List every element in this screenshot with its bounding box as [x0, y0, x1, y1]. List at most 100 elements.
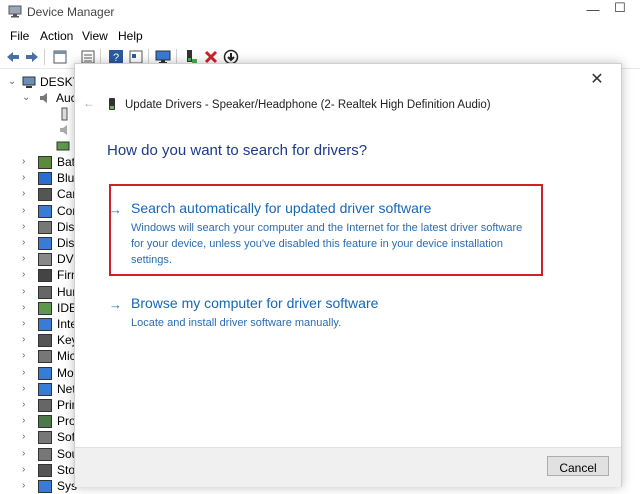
menu-view[interactable]: View: [82, 29, 108, 43]
menu-help[interactable]: Help: [118, 29, 143, 43]
tree-category-item[interactable]: › Firn: [22, 267, 82, 283]
back-arrow-icon[interactable]: [5, 49, 21, 65]
tree-category-label: Pro: [57, 414, 76, 429]
tree-category-item[interactable]: › Sys: [22, 478, 82, 494]
chevron-right-icon[interactable]: ›: [22, 397, 32, 413]
device-category-icon: [38, 399, 52, 412]
properties-icon[interactable]: [52, 49, 68, 65]
dialog-question: How do you want to search for drivers?: [107, 142, 368, 159]
menu-file[interactable]: File: [10, 29, 29, 43]
tree-category-label: Net: [57, 381, 76, 396]
cancel-button[interactable]: Cancel: [547, 456, 609, 476]
arrow-right-icon: →: [109, 297, 122, 312]
device-category-icon: [38, 237, 52, 250]
tree-category-item[interactable]: › Disp: [22, 235, 82, 251]
device-category-icon: [38, 350, 52, 364]
tree-category-label: Mic: [57, 349, 76, 364]
maximize-button[interactable]: ☐: [608, 0, 632, 18]
tree-category-item[interactable]: › Net: [22, 381, 82, 397]
tree-category-item[interactable]: › Blu: [22, 170, 82, 186]
option-title[interactable]: Search automatically for updated driver …: [131, 200, 431, 216]
tree-category-label: Bat: [57, 155, 76, 169]
device-category-icon: [38, 172, 52, 186]
chevron-right-icon[interactable]: ›: [22, 235, 32, 251]
device-category-icon: [38, 285, 52, 299]
chevron-right-icon[interactable]: ›: [22, 413, 32, 429]
forward-arrow-icon[interactable]: [24, 49, 40, 65]
tree-category-item[interactable]: › Cor: [22, 203, 82, 219]
tree-category-item[interactable]: › Inte: [22, 316, 82, 332]
tree-category-item[interactable]: › Mic: [22, 348, 82, 364]
chevron-right-icon[interactable]: ›: [22, 348, 32, 364]
tree-category-label: Sof: [57, 430, 76, 445]
chevron-right-icon[interactable]: ›: [22, 446, 32, 462]
chevron-right-icon[interactable]: ›: [22, 251, 32, 267]
chevron-right-icon[interactable]: ›: [22, 462, 32, 478]
device-category-icon: [38, 253, 52, 267]
speaker-device-icon[interactable]: [58, 123, 72, 137]
chevron-right-icon[interactable]: ›: [22, 381, 32, 397]
chevron-right-icon[interactable]: ›: [22, 332, 32, 348]
search-automatically-option[interactable]: → Search automatically for updated drive…: [109, 200, 589, 266]
chevron-down-icon[interactable]: ⌄: [22, 90, 32, 106]
audio-device-icon: [109, 98, 115, 110]
tree-category-label: Sto: [57, 462, 76, 477]
tree-category-item[interactable]: › Sou: [22, 446, 82, 462]
chevron-right-icon[interactable]: ›: [22, 267, 32, 283]
tree-category-item[interactable]: › IDE: [22, 300, 82, 316]
device-category-icon: [38, 463, 52, 477]
tree-root[interactable]: ⌄ DESKTO: [8, 74, 89, 90]
device-category-icon: [38, 318, 52, 331]
device-category-icon: [38, 415, 52, 429]
chevron-right-icon[interactable]: ›: [22, 478, 32, 494]
chevron-right-icon[interactable]: ›: [22, 203, 32, 219]
tree-category-item[interactable]: › Sto: [22, 462, 82, 478]
tree-category-item[interactable]: › Bat: [22, 154, 82, 170]
back-icon[interactable]: ←: [83, 96, 95, 110]
close-icon[interactable]: ✕: [587, 70, 607, 90]
menu-action[interactable]: Action: [40, 29, 73, 43]
chevron-down-icon[interactable]: ⌄: [8, 74, 18, 90]
tree-category-item[interactable]: › Car: [22, 186, 82, 202]
tree-category-item[interactable]: › Mo: [22, 365, 82, 381]
device-category-icon: [38, 447, 52, 461]
dialog-footer: Cancel: [75, 447, 621, 487]
tree-category-item[interactable]: › Prin: [22, 397, 82, 413]
device-category-icon: [38, 382, 52, 396]
chevron-right-icon[interactable]: ›: [22, 170, 32, 186]
tree-category-item[interactable]: › DVD: [22, 251, 82, 267]
speaker-icon: [40, 93, 47, 103]
tree-category-label: Blu: [57, 171, 75, 186]
tree-category-item[interactable]: › Pro: [22, 413, 82, 429]
title-bar: Device Manager — ☐: [0, 0, 640, 24]
chevron-right-icon[interactable]: ›: [22, 186, 32, 202]
chevron-right-icon[interactable]: ›: [22, 429, 32, 445]
chevron-right-icon[interactable]: ›: [22, 219, 32, 235]
dialog-header: Update Drivers - Speaker/Headphone (2- R…: [125, 99, 491, 111]
device-category-icon: [38, 480, 52, 493]
tree-category-item[interactable]: › Disl: [22, 219, 82, 235]
tree-audio[interactable]: ⌄ Auc: [22, 90, 82, 106]
option-title[interactable]: Browse my computer for driver software: [131, 295, 378, 311]
chevron-right-icon[interactable]: ›: [22, 300, 32, 316]
chevron-right-icon[interactable]: ›: [22, 365, 32, 381]
browse-computer-option[interactable]: → Browse my computer for driver software…: [109, 295, 589, 335]
device-category-icon: [38, 156, 52, 169]
tree-category-item[interactable]: › Hur: [22, 284, 82, 300]
chevron-right-icon[interactable]: ›: [22, 284, 32, 300]
tree-category-item[interactable]: › Key: [22, 332, 82, 348]
device-category-icon: [38, 269, 52, 283]
chevron-right-icon[interactable]: ›: [22, 154, 32, 170]
audio-controller-icon[interactable]: [56, 139, 70, 153]
headphone-device-icon[interactable]: [58, 107, 72, 121]
update-drivers-dialog: ✕ ← Update Drivers - Speaker/Headphone (…: [74, 63, 622, 487]
device-category-icon: [38, 204, 52, 218]
device-manager-icon: [8, 5, 22, 18]
option-description: Locate and install driver software manua…: [131, 317, 342, 329]
minimize-button[interactable]: —: [581, 0, 605, 20]
device-category-icon: [38, 334, 52, 348]
arrow-right-icon: →: [109, 202, 122, 217]
chevron-right-icon[interactable]: ›: [22, 316, 32, 332]
tree-category-item[interactable]: › Sof: [22, 429, 82, 445]
device-category-icon: [38, 220, 52, 234]
